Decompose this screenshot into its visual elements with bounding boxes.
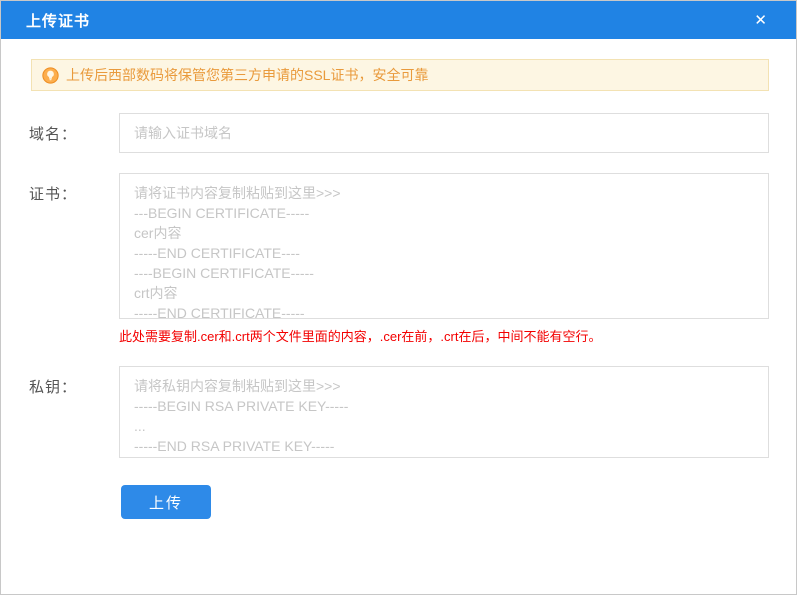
domain-row: 域名：: [1, 113, 769, 153]
private-key-label: 私钥：: [29, 379, 78, 396]
bulb-icon: [42, 66, 59, 84]
private-key-textarea[interactable]: [119, 366, 769, 458]
certificate-row: 证书：: [1, 173, 769, 319]
close-button[interactable]: ✕: [750, 9, 771, 32]
certificate-hint: 此处需要复制.cer和.crt两个文件里面的内容，.cer在前，.crt在后，中…: [119, 329, 602, 344]
dialog-title: 上传证书: [26, 12, 91, 30]
upload-certificate-dialog: 上传证书 ✕ 上传后西部数码将保管您第三方申请的SSL证书，安全可靠 域名： 证…: [0, 0, 797, 595]
dialog-header: 上传证书 ✕: [1, 1, 796, 39]
info-banner-text: 上传后西部数码将保管您第三方申请的SSL证书，安全可靠: [66, 67, 429, 83]
certificate-label: 证书：: [29, 186, 78, 203]
domain-input[interactable]: [119, 113, 769, 153]
close-icon: ✕: [754, 11, 767, 29]
certificate-textarea[interactable]: [119, 173, 769, 319]
upload-button[interactable]: 上传: [121, 485, 211, 519]
private-key-row: 私钥：: [1, 366, 769, 458]
info-banner: 上传后西部数码将保管您第三方申请的SSL证书，安全可靠: [31, 59, 769, 91]
domain-label: 域名：: [29, 126, 78, 143]
